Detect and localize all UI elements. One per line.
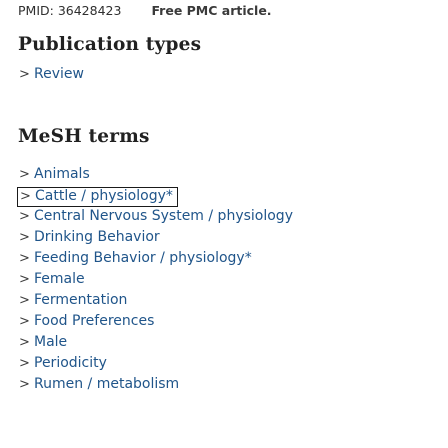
mesh-terms-heading: MeSH terms <box>18 126 150 147</box>
chevron-right-icon: > <box>19 293 30 308</box>
publication-type-item-review[interactable]: > Review <box>17 64 84 84</box>
mesh-term-drinking-behavior[interactable]: > Drinking Behavior <box>17 227 293 247</box>
mesh-term-periodicity[interactable]: > Periodicity <box>17 353 293 373</box>
chevron-right-icon: > <box>19 230 30 245</box>
mesh-term-feeding-behavior[interactable]: > Feeding Behavior / physiology* <box>17 248 293 268</box>
pmid-label: PMID: 36428423 <box>18 3 122 18</box>
mesh-term-fermentation[interactable]: > Fermentation <box>17 290 293 310</box>
mesh-term-food-preferences[interactable]: > Food Preferences <box>17 311 293 331</box>
mesh-term-label: Male <box>34 334 68 350</box>
mesh-term-female[interactable]: > Female <box>17 269 293 289</box>
chevron-right-icon: > <box>20 189 31 204</box>
mesh-term-label: Animals <box>34 166 90 182</box>
mesh-term-label: Feeding Behavior / physiology* <box>34 250 252 266</box>
mesh-terms-list: > Animals > Cattle / physiology* > Central … <box>17 164 293 395</box>
chevron-right-icon: > <box>19 356 30 371</box>
mesh-term-label: Food Preferences <box>34 313 155 329</box>
mesh-term-label: Central Nervous System / physiology <box>34 208 293 224</box>
chevron-right-icon: > <box>19 209 30 224</box>
mesh-term-label: Periodicity <box>34 355 107 371</box>
mesh-term-label: Drinking Behavior <box>34 229 160 245</box>
citation-meta: PMID: 36428423 Free PMC article. <box>18 2 272 20</box>
chevron-right-icon: > <box>19 251 30 266</box>
mesh-term-label: Cattle / physiology* <box>35 188 173 204</box>
mesh-term-rumen-metabolism[interactable]: > Rumen / metabolism <box>17 374 293 394</box>
chevron-right-icon: > <box>19 167 30 182</box>
mesh-term-male[interactable]: > Male <box>17 332 293 352</box>
chevron-right-icon: > <box>19 272 30 287</box>
mesh-term-label: Female <box>34 271 85 287</box>
chevron-right-icon: > <box>19 377 30 392</box>
publication-type-label: Review <box>34 66 84 82</box>
mesh-term-label: Rumen / metabolism <box>34 376 180 392</box>
mesh-term-row: > Cattle / physiology* <box>17 185 293 207</box>
mesh-term-central-nervous-system[interactable]: > Central Nervous System / physiology <box>17 206 293 226</box>
chevron-right-icon: > <box>19 67 30 82</box>
publication-types-heading: Publication types <box>18 34 202 55</box>
mesh-term-animals[interactable]: > Animals <box>17 164 293 184</box>
free-pmc-article-label: Free PMC article. <box>151 3 272 18</box>
publication-types-list: > Review <box>17 64 84 85</box>
mesh-term-label: Fermentation <box>34 292 128 308</box>
chevron-right-icon: > <box>19 335 30 350</box>
chevron-right-icon: > <box>19 314 30 329</box>
mesh-term-cattle-physiology[interactable]: > Cattle / physiology* <box>17 187 178 207</box>
